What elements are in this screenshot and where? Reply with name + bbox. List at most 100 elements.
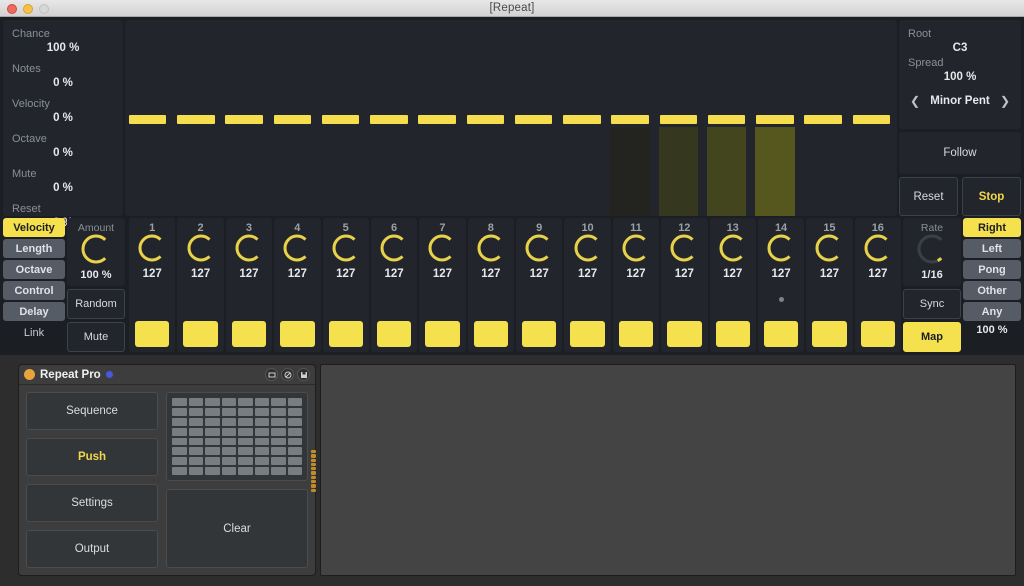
pad[interactable] — [287, 398, 302, 406]
note-bar[interactable] — [225, 115, 263, 124]
pad[interactable] — [238, 467, 253, 475]
device-button-sequence[interactable]: Sequence — [26, 392, 158, 430]
pad[interactable] — [271, 398, 286, 406]
pad[interactable] — [205, 407, 220, 416]
device-button-settings[interactable]: Settings — [26, 484, 158, 522]
mode-button-control[interactable]: Control — [3, 281, 65, 300]
direction-button-pong[interactable]: Pong — [963, 260, 1021, 279]
step-knob[interactable] — [767, 234, 795, 267]
step-toggle-button[interactable] — [183, 321, 218, 347]
step-knob[interactable] — [525, 234, 553, 267]
pad[interactable] — [172, 447, 187, 456]
pad[interactable] — [238, 427, 253, 436]
step-toggle-button[interactable] — [522, 321, 557, 347]
zoom-window-button[interactable] — [39, 4, 49, 14]
pad[interactable] — [254, 457, 269, 466]
pad[interactable] — [254, 427, 269, 436]
modulation-value-chance[interactable]: 100 % — [12, 41, 114, 56]
rate-knob[interactable] — [917, 234, 947, 269]
pad[interactable] — [271, 407, 286, 416]
note-bar[interactable] — [273, 115, 312, 124]
pad[interactable] — [287, 437, 302, 446]
pad[interactable] — [188, 457, 203, 466]
pad[interactable] — [287, 407, 302, 416]
note-bar[interactable] — [128, 115, 167, 124]
note-bar[interactable] — [177, 115, 215, 124]
pad[interactable] — [238, 417, 253, 426]
pad-grid[interactable] — [166, 392, 308, 481]
clear-button[interactable]: Clear — [166, 489, 308, 568]
amount-knob[interactable] — [81, 234, 111, 269]
pad[interactable] — [205, 447, 220, 456]
step-knob[interactable] — [235, 234, 263, 267]
pad[interactable] — [221, 437, 236, 446]
pad[interactable] — [271, 437, 286, 446]
pad[interactable] — [221, 467, 236, 475]
power-icon[interactable] — [281, 368, 294, 381]
note-bar[interactable] — [852, 115, 891, 124]
step-toggle-button[interactable] — [135, 321, 170, 347]
pad[interactable] — [287, 427, 302, 436]
mode-button-delay[interactable]: Delay — [3, 302, 65, 321]
note-bar[interactable] — [321, 115, 360, 124]
pad[interactable] — [254, 417, 269, 426]
step-toggle-button[interactable] — [473, 321, 508, 347]
note-bar[interactable] — [611, 115, 649, 124]
step-knob[interactable] — [380, 234, 408, 267]
step-toggle-button[interactable] — [425, 321, 460, 347]
stop-button[interactable]: Stop — [962, 177, 1021, 216]
modulation-value-velocity[interactable]: 0 % — [12, 111, 114, 126]
step-toggle-button[interactable] — [667, 321, 702, 347]
step-knob[interactable] — [719, 234, 747, 267]
pad[interactable] — [188, 467, 203, 475]
orange-circle-icon[interactable] — [24, 369, 35, 380]
pad[interactable] — [221, 398, 236, 406]
step-knob[interactable] — [138, 234, 166, 267]
device-button-push[interactable]: Push — [26, 438, 158, 476]
follow-button[interactable]: Follow — [899, 132, 1021, 174]
pad[interactable] — [172, 417, 187, 426]
pad[interactable] — [188, 447, 203, 456]
pad[interactable] — [254, 398, 269, 406]
pad[interactable] — [254, 467, 269, 475]
step-knob[interactable] — [815, 234, 843, 267]
pad[interactable] — [271, 457, 286, 466]
close-window-button[interactable] — [7, 4, 17, 14]
pad[interactable] — [271, 417, 286, 426]
note-bar[interactable] — [659, 115, 698, 124]
fold-icon[interactable] — [265, 368, 278, 381]
mode-button-velocity[interactable]: Velocity — [3, 218, 65, 237]
map-button[interactable]: Map — [903, 322, 961, 352]
mute-button[interactable]: Mute — [67, 322, 125, 352]
modulation-value-octave[interactable]: 0 % — [12, 146, 114, 161]
pad[interactable] — [172, 398, 187, 406]
note-bar[interactable] — [563, 115, 601, 124]
pad[interactable] — [205, 437, 220, 446]
step-knob[interactable] — [670, 234, 698, 267]
direction-button-other[interactable]: Other — [963, 281, 1021, 300]
pad[interactable] — [188, 427, 203, 436]
note-bar[interactable] — [370, 115, 408, 124]
note-visualization[interactable] — [125, 20, 897, 216]
direction-value[interactable]: 100 % — [963, 324, 1021, 336]
step-knob[interactable] — [622, 234, 650, 267]
arrow-left-icon[interactable]: ❮ — [908, 94, 922, 108]
pad[interactable] — [238, 398, 253, 406]
step-toggle-button[interactable] — [812, 321, 847, 347]
pad[interactable] — [271, 467, 286, 475]
note-bar[interactable] — [707, 115, 746, 124]
note-bar[interactable] — [804, 115, 842, 124]
scale-name[interactable]: Minor Pent — [930, 95, 989, 107]
pad[interactable] — [271, 427, 286, 436]
pad[interactable] — [172, 437, 187, 446]
step-knob[interactable] — [477, 234, 505, 267]
pad[interactable] — [188, 417, 203, 426]
pad[interactable] — [254, 447, 269, 456]
mode-button-length[interactable]: Length — [3, 239, 65, 258]
pad[interactable] — [221, 417, 236, 426]
note-bar[interactable] — [466, 115, 505, 124]
root-value[interactable]: C3 — [908, 41, 1012, 56]
arrow-right-icon[interactable]: ❯ — [998, 94, 1012, 108]
empty-device-area[interactable] — [320, 364, 1016, 576]
pad[interactable] — [287, 467, 302, 475]
